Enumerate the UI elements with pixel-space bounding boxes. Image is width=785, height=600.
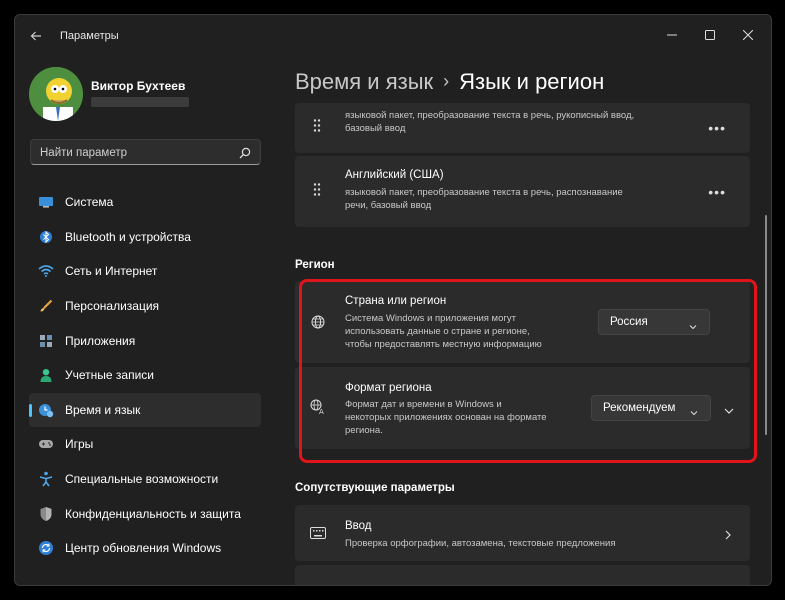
sidebar-item-bluetooth[interactable]: Bluetooth и устройства xyxy=(29,220,261,255)
close-button[interactable] xyxy=(731,21,765,49)
desc-line: базовый ввод xyxy=(345,123,406,134)
sidebar-item-accessibility[interactable]: Специальные возможности xyxy=(29,462,261,497)
sidebar-item-gaming[interactable]: Игры xyxy=(29,427,261,462)
next-settings-card[interactable] xyxy=(295,565,750,585)
user-name: Виктор Бухтеев xyxy=(91,79,186,93)
settings-window: Параметры Виктор Бухтеев Найти параметр xyxy=(14,14,772,586)
sidebar-item-time-language[interactable]: Время и язык xyxy=(29,392,261,428)
sidebar-item-personalization[interactable]: Персонализация xyxy=(29,289,261,324)
app-title: Параметры xyxy=(60,30,119,42)
region-section-title: Регион xyxy=(295,259,335,271)
bluetooth-icon xyxy=(38,229,54,245)
sidebar-item-label: Сеть и Интернет xyxy=(65,264,158,279)
language-card-english: Английский (США) языковой пакет, преобра… xyxy=(295,156,750,227)
drag-handle-icon[interactable] xyxy=(313,182,321,201)
gamepad-icon xyxy=(38,436,54,452)
sidebar-nav: Система Bluetooth и устройства Сеть и Ин… xyxy=(29,185,261,566)
chevron-right-icon: › xyxy=(443,71,450,91)
sidebar-item-label: Конфиденциальность и защита xyxy=(65,506,241,521)
sidebar-item-windows-update[interactable]: Центр обновления Windows xyxy=(29,531,261,566)
minimize-button[interactable] xyxy=(655,21,689,49)
sidebar-item-label: Система xyxy=(65,195,114,210)
language-title: Английский (США) xyxy=(345,169,444,181)
back-arrow-icon xyxy=(30,31,41,41)
sidebar-item-privacy[interactable]: Конфиденциальность и защита xyxy=(29,496,261,531)
sidebar-item-accounts[interactable]: Учетные записи xyxy=(29,358,261,393)
keyboard-icon xyxy=(310,526,326,544)
chevron-right-icon xyxy=(724,527,732,545)
system-icon xyxy=(38,194,54,210)
breadcrumb: Время и язык › Язык и регион xyxy=(295,69,604,95)
sidebar-item-label: Учетные записи xyxy=(65,368,154,383)
more-options-icon[interactable]: ••• xyxy=(708,184,726,200)
wifi-icon xyxy=(38,263,54,279)
sidebar-item-system[interactable]: Система xyxy=(29,185,261,220)
accessibility-icon xyxy=(38,471,54,487)
search-placeholder: Найти параметр xyxy=(40,147,128,159)
user-email-redacted xyxy=(91,97,189,107)
highlight-frame xyxy=(299,279,757,463)
sidebar-item-label: Приложения xyxy=(65,333,136,348)
sidebar-item-label: Центр обновления Windows xyxy=(65,541,222,556)
language-card: языковой пакет, преобразование текста в … xyxy=(295,103,750,153)
language-desc: языковой пакет, преобразование текста в … xyxy=(345,109,675,135)
sidebar-item-network[interactable]: Сеть и Интернет xyxy=(29,254,261,289)
more-options-icon[interactable]: ••• xyxy=(708,120,726,136)
back-button[interactable] xyxy=(25,25,47,47)
update-icon xyxy=(38,540,54,556)
search-input[interactable]: Найти параметр xyxy=(30,139,261,165)
close-icon xyxy=(743,30,753,40)
sidebar-item-label: Время и язык xyxy=(65,402,141,417)
maximize-icon xyxy=(705,30,715,40)
title-bar: Параметры xyxy=(15,15,771,55)
sidebar-item-label: Персонализация xyxy=(65,299,160,314)
brush-icon xyxy=(38,298,54,314)
input-desc: Проверка орфографии, автозамена, текстов… xyxy=(345,538,616,549)
sidebar-item-label: Игры xyxy=(65,437,94,452)
time-language-icon xyxy=(38,402,54,418)
scrollbar[interactable] xyxy=(765,215,767,435)
sidebar-item-label: Bluetooth и устройства xyxy=(65,229,191,244)
person-icon xyxy=(38,367,54,383)
avatar-image-icon xyxy=(29,67,83,121)
apps-icon xyxy=(38,333,54,349)
sidebar-item-label: Специальные возможности xyxy=(65,472,219,487)
input-title: Ввод xyxy=(345,520,372,532)
language-desc: языковой пакет, преобразование текста в … xyxy=(345,186,675,212)
sidebar-item-apps[interactable]: Приложения xyxy=(29,323,261,358)
desc-line: языковой пакет, преобразование текста в … xyxy=(345,110,635,121)
shield-icon xyxy=(38,506,54,522)
drag-handle-icon[interactable] xyxy=(313,119,321,138)
desc-line: языковой пакет, преобразование текста в … xyxy=(345,187,623,198)
maximize-button[interactable] xyxy=(693,21,727,49)
related-section-title: Сопутствующие параметры xyxy=(295,482,455,494)
breadcrumb-parent[interactable]: Время и язык xyxy=(295,69,433,94)
minimize-icon xyxy=(667,34,677,36)
page-title: Язык и регион xyxy=(459,69,605,94)
input-settings-card[interactable]: Ввод Проверка орфографии, автозамена, те… xyxy=(295,505,750,561)
desc-line: речи, базовый ввод xyxy=(345,200,432,211)
avatar[interactable] xyxy=(29,67,83,121)
search-icon[interactable] xyxy=(239,146,251,164)
